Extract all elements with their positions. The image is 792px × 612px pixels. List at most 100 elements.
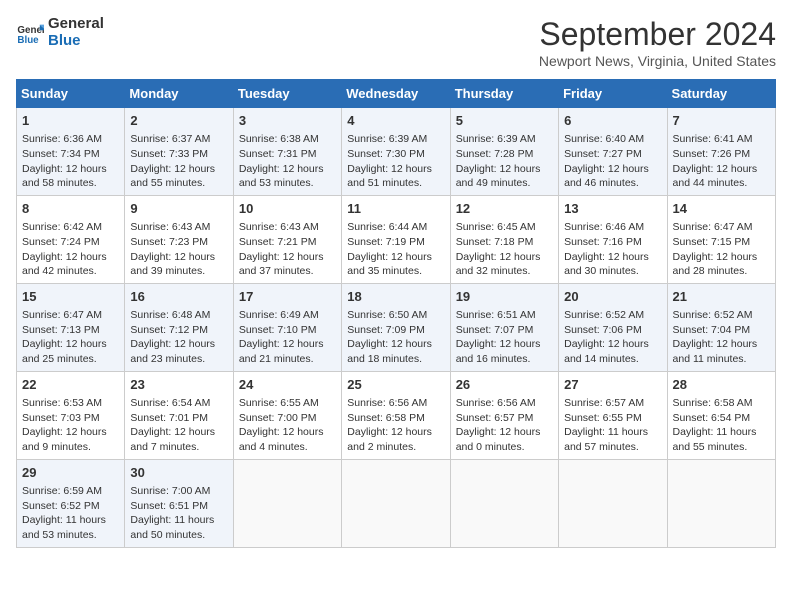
calendar-cell: 28Sunrise: 6:58 AM Sunset: 6:54 PM Dayli… <box>667 371 775 459</box>
calendar-week-3: 15 Sunrise: 6:47 AM Sunset: 7:13 PM Dayli… <box>17 283 776 371</box>
day-info: Sunrise: 6:42 AM Sunset: 7:24 PM Dayligh… <box>22 220 119 279</box>
calendar-cell: 13Sunrise: 6:46 AM Sunset: 7:16 PM Dayli… <box>559 195 667 283</box>
calendar-cell <box>233 459 341 547</box>
day-number: 19 <box>456 288 553 306</box>
calendar-cell: 18 Sunrise: 6:50 AM Sunset: 7:09 PM Dayli… <box>342 283 450 371</box>
calendar-cell: 17 Sunrise: 6:49 AM Sunset: 7:10 PM Dayli… <box>233 283 341 371</box>
calendar-cell: 9 Sunrise: 6:43 AM Sunset: 7:23 PM Daylig… <box>125 195 233 283</box>
calendar-cell: 29Sunrise: 6:59 AM Sunset: 6:52 PM Dayli… <box>17 459 125 547</box>
day-info: Sunrise: 6:43 AM Sunset: 7:21 PM Dayligh… <box>239 220 336 279</box>
day-info: Sunrise: 6:52 AM Sunset: 7:06 PM Dayligh… <box>564 308 661 367</box>
header-cell-thursday: Thursday <box>450 80 558 108</box>
calendar-cell: 19 Sunrise: 6:51 AM Sunset: 7:07 PM Dayli… <box>450 283 558 371</box>
day-info: Sunrise: 6:55 AM Sunset: 7:00 PM Dayligh… <box>239 396 336 455</box>
calendar-cell <box>342 459 450 547</box>
logo-line1: General <box>48 16 104 33</box>
day-number: 5 <box>456 112 553 130</box>
header-cell-tuesday: Tuesday <box>233 80 341 108</box>
header-cell-sunday: Sunday <box>17 80 125 108</box>
day-info: Sunrise: 6:50 AM Sunset: 7:09 PM Dayligh… <box>347 308 444 367</box>
day-number: 20 <box>564 288 661 306</box>
logo: General Blue General Blue <box>16 16 104 49</box>
day-info: Sunrise: 6:58 AM Sunset: 6:54 PM Dayligh… <box>673 396 770 455</box>
day-info: Sunrise: 6:38 AM Sunset: 7:31 PM Dayligh… <box>239 132 336 191</box>
day-number: 26 <box>456 376 553 394</box>
calendar-cell: 24 Sunrise: 6:55 AM Sunset: 7:00 PM Dayli… <box>233 371 341 459</box>
title-block: September 2024 Newport News, Virginia, U… <box>539 16 776 69</box>
calendar-cell <box>450 459 558 547</box>
day-info: Sunrise: 6:39 AM Sunset: 7:28 PM Dayligh… <box>456 132 553 191</box>
day-number: 21 <box>673 288 770 306</box>
header-cell-monday: Monday <box>125 80 233 108</box>
day-number: 4 <box>347 112 444 130</box>
day-info: Sunrise: 6:37 AM Sunset: 7:33 PM Dayligh… <box>130 132 227 191</box>
header-cell-wednesday: Wednesday <box>342 80 450 108</box>
day-number: 12 <box>456 200 553 218</box>
day-info: Sunrise: 6:56 AM Sunset: 6:57 PM Dayligh… <box>456 396 553 455</box>
logo-icon: General Blue <box>16 19 44 47</box>
calendar-cell: 21 Sunrise: 6:52 AM Sunset: 7:04 PM Dayli… <box>667 283 775 371</box>
calendar-week-1: 1 Sunrise: 6:36 AM Sunset: 7:34 PM Daylig… <box>17 108 776 196</box>
day-number: 30 <box>130 464 227 482</box>
logo-line2: Blue <box>48 33 104 50</box>
day-number: 10 <box>239 200 336 218</box>
calendar-cell: 11Sunrise: 6:44 AM Sunset: 7:19 PM Dayli… <box>342 195 450 283</box>
calendar-cell: 25 Sunrise: 6:56 AM Sunset: 6:58 PM Dayli… <box>342 371 450 459</box>
calendar-cell: 5 Sunrise: 6:39 AM Sunset: 7:28 PM Daylig… <box>450 108 558 196</box>
day-number: 18 <box>347 288 444 306</box>
day-number: 9 <box>130 200 227 218</box>
day-info: Sunrise: 6:51 AM Sunset: 7:07 PM Dayligh… <box>456 308 553 367</box>
calendar-cell: 6 Sunrise: 6:40 AM Sunset: 7:27 PM Daylig… <box>559 108 667 196</box>
calendar-cell <box>559 459 667 547</box>
day-number: 22 <box>22 376 119 394</box>
calendar-cell: 4 Sunrise: 6:39 AM Sunset: 7:30 PM Daylig… <box>342 108 450 196</box>
calendar-cell: 14Sunrise: 6:47 AM Sunset: 7:15 PM Dayli… <box>667 195 775 283</box>
calendar-cell: 15 Sunrise: 6:47 AM Sunset: 7:13 PM Dayli… <box>17 283 125 371</box>
day-number: 6 <box>564 112 661 130</box>
calendar-cell: 1 Sunrise: 6:36 AM Sunset: 7:34 PM Daylig… <box>17 108 125 196</box>
page-header: General Blue General Blue September 2024… <box>16 16 776 69</box>
day-info: Sunrise: 6:36 AM Sunset: 7:34 PM Dayligh… <box>22 132 119 191</box>
day-number: 24 <box>239 376 336 394</box>
day-info: Sunrise: 6:57 AM Sunset: 6:55 PM Dayligh… <box>564 396 661 455</box>
calendar-week-5: 29Sunrise: 6:59 AM Sunset: 6:52 PM Dayli… <box>17 459 776 547</box>
day-number: 1 <box>22 112 119 130</box>
calendar-week-4: 22Sunrise: 6:53 AM Sunset: 7:03 PM Dayli… <box>17 371 776 459</box>
day-number: 8 <box>22 200 119 218</box>
day-number: 3 <box>239 112 336 130</box>
day-info: Sunrise: 6:48 AM Sunset: 7:12 PM Dayligh… <box>130 308 227 367</box>
day-info: Sunrise: 6:39 AM Sunset: 7:30 PM Dayligh… <box>347 132 444 191</box>
day-info: Sunrise: 7:00 AM Sunset: 6:51 PM Dayligh… <box>130 484 227 543</box>
calendar-cell: 2 Sunrise: 6:37 AM Sunset: 7:33 PM Daylig… <box>125 108 233 196</box>
calendar-cell: 22Sunrise: 6:53 AM Sunset: 7:03 PM Dayli… <box>17 371 125 459</box>
day-number: 15 <box>22 288 119 306</box>
calendar-header: SundayMondayTuesdayWednesdayThursdayFrid… <box>17 80 776 108</box>
day-info: Sunrise: 6:47 AM Sunset: 7:13 PM Dayligh… <box>22 308 119 367</box>
header-cell-friday: Friday <box>559 80 667 108</box>
day-info: Sunrise: 6:40 AM Sunset: 7:27 PM Dayligh… <box>564 132 661 191</box>
calendar-cell: 16Sunrise: 6:48 AM Sunset: 7:12 PM Dayli… <box>125 283 233 371</box>
day-info: Sunrise: 6:43 AM Sunset: 7:23 PM Dayligh… <box>130 220 227 279</box>
svg-text:Blue: Blue <box>17 34 39 45</box>
calendar-cell: 12 Sunrise: 6:45 AM Sunset: 7:18 PM Dayli… <box>450 195 558 283</box>
calendar-cell: 23Sunrise: 6:54 AM Sunset: 7:01 PM Dayli… <box>125 371 233 459</box>
calendar-table: SundayMondayTuesdayWednesdayThursdayFrid… <box>16 79 776 548</box>
calendar-body: 1 Sunrise: 6:36 AM Sunset: 7:34 PM Daylig… <box>17 108 776 548</box>
calendar-cell: 10 Sunrise: 6:43 AM Sunset: 7:21 PM Dayli… <box>233 195 341 283</box>
day-info: Sunrise: 6:49 AM Sunset: 7:10 PM Dayligh… <box>239 308 336 367</box>
calendar-cell: 20 Sunrise: 6:52 AM Sunset: 7:06 PM Dayli… <box>559 283 667 371</box>
calendar-cell: 3 Sunrise: 6:38 AM Sunset: 7:31 PM Daylig… <box>233 108 341 196</box>
day-number: 27 <box>564 376 661 394</box>
day-number: 11 <box>347 200 444 218</box>
day-number: 23 <box>130 376 227 394</box>
day-info: Sunrise: 6:56 AM Sunset: 6:58 PM Dayligh… <box>347 396 444 455</box>
day-number: 25 <box>347 376 444 394</box>
calendar-cell: 8 Sunrise: 6:42 AM Sunset: 7:24 PM Daylig… <box>17 195 125 283</box>
day-number: 2 <box>130 112 227 130</box>
day-number: 17 <box>239 288 336 306</box>
day-info: Sunrise: 6:52 AM Sunset: 7:04 PM Dayligh… <box>673 308 770 367</box>
location-title: Newport News, Virginia, United States <box>539 53 776 69</box>
calendar-cell: 30 Sunrise: 7:00 AM Sunset: 6:51 PM Dayli… <box>125 459 233 547</box>
header-cell-saturday: Saturday <box>667 80 775 108</box>
day-info: Sunrise: 6:45 AM Sunset: 7:18 PM Dayligh… <box>456 220 553 279</box>
